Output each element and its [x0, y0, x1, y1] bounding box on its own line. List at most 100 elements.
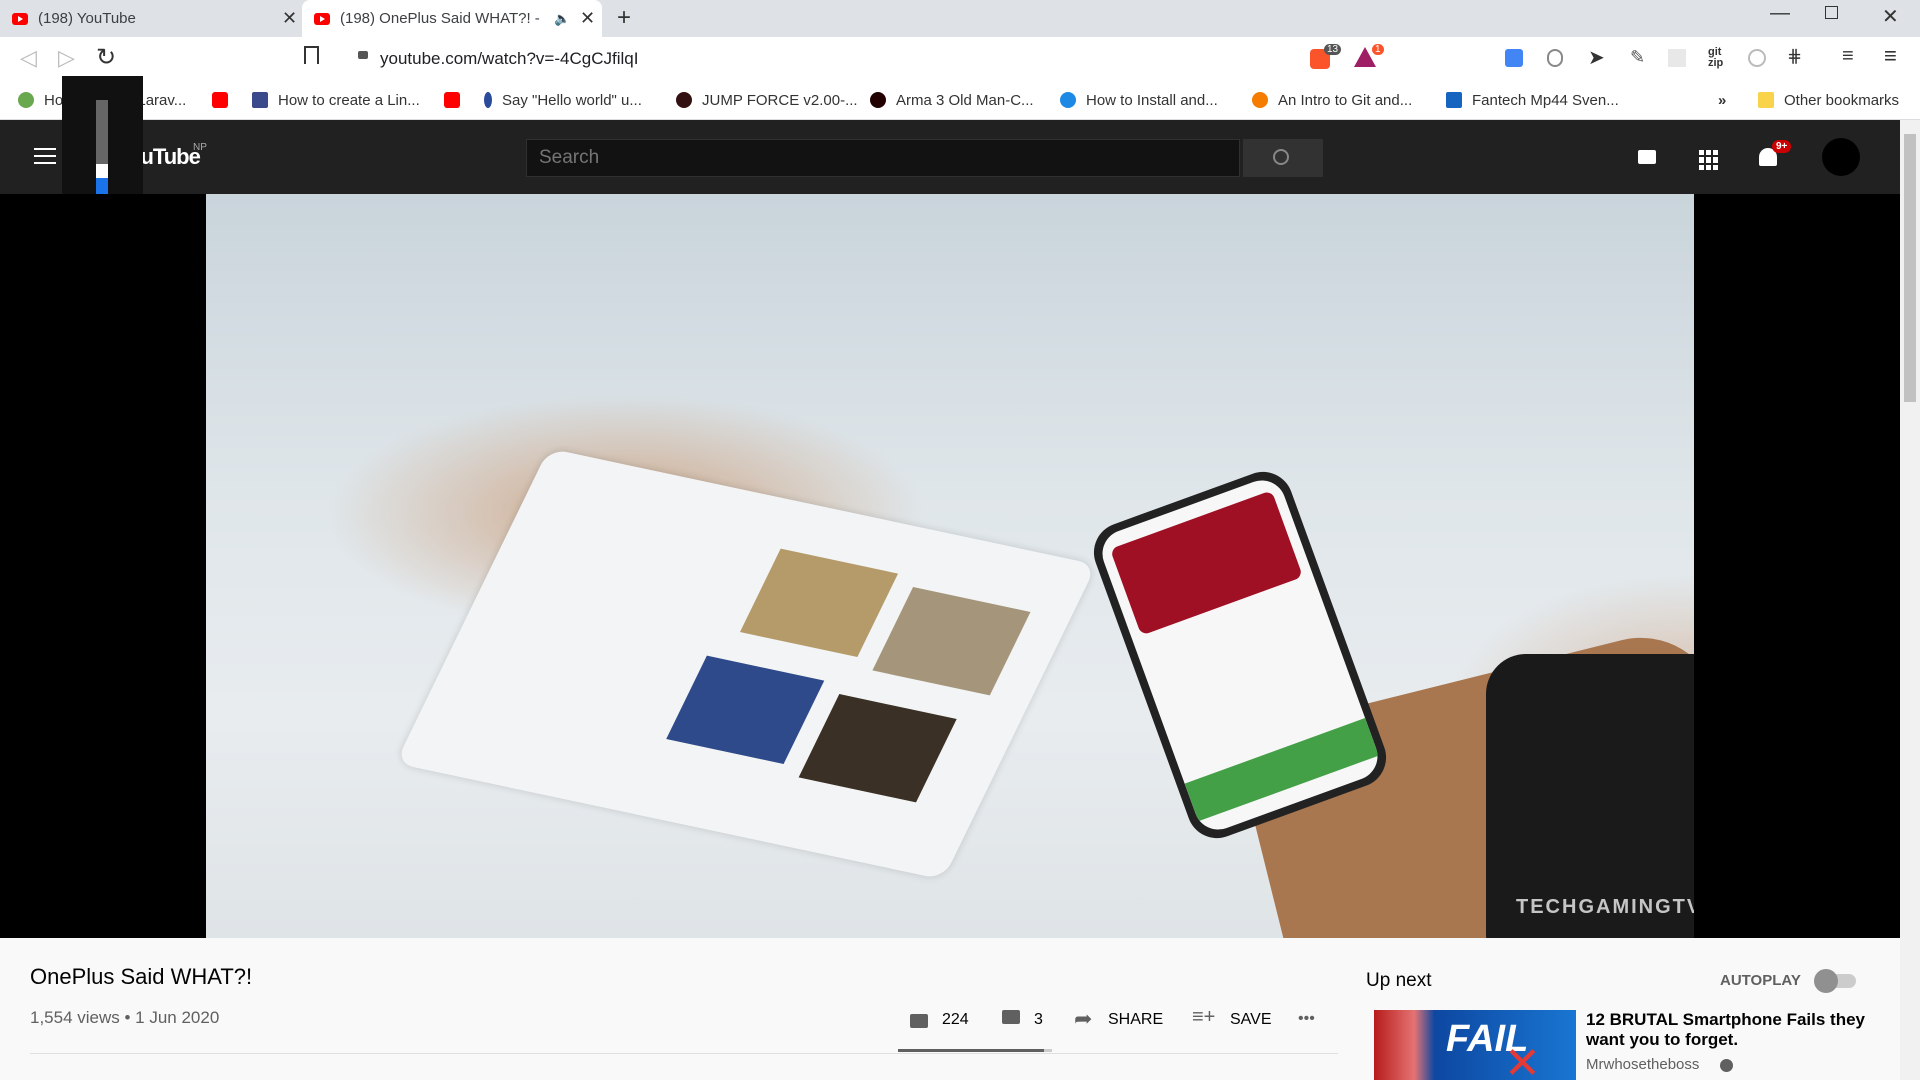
- other-bookmarks-label: Other bookmarks: [1784, 91, 1900, 109]
- bookmark-favicon-icon: [1252, 92, 1268, 108]
- autoplay-toggle-knob[interactable]: [1814, 969, 1838, 993]
- hash-extension-icon[interactable]: ⋕: [1787, 46, 1802, 67]
- minimize-button[interactable]: —: [1770, 2, 1790, 25]
- more-actions-button[interactable]: •••: [1298, 1010, 1315, 1028]
- bookmark-item[interactable]: How to Install and...: [1060, 81, 1218, 119]
- credit-card-image: [1109, 490, 1304, 636]
- guide-menu-icon[interactable]: [34, 148, 56, 164]
- translate-extension-icon[interactable]: [1505, 49, 1523, 67]
- apps-grid-icon[interactable]: [1699, 150, 1719, 170]
- bookmark-item[interactable]: Arma 3 Old Man-C...: [870, 81, 1034, 119]
- bookmark-label: Fantech Mp44 Sven...: [1472, 91, 1619, 109]
- git-zip-extension-icon[interactable]: git zip: [1708, 47, 1723, 69]
- bookmark-favicon-icon: [1060, 92, 1076, 108]
- search-input[interactable]: [527, 140, 1241, 176]
- youtube-favicon-icon: [212, 92, 228, 108]
- up-next-channel[interactable]: Mrwhosetheboss: [1586, 1056, 1699, 1073]
- bookmark-favicon-icon: [18, 92, 34, 108]
- video-player[interactable]: TECHGAMINGTV: [0, 194, 1900, 938]
- phone-image: [1085, 463, 1395, 847]
- save-playlist-icon[interactable]: ≡+: [1192, 1006, 1215, 1029]
- blank-extension-icon[interactable]: [1668, 49, 1686, 67]
- bookmark-item[interactable]: [212, 81, 238, 119]
- bookmark-favicon-icon: [1446, 92, 1462, 108]
- bookmark-favicon-icon: [252, 92, 268, 108]
- channel-watermark: TECHGAMINGTV: [1516, 896, 1694, 918]
- forward-button[interactable]: ▷: [58, 45, 75, 71]
- save-button[interactable]: SAVE: [1230, 1011, 1272, 1029]
- brave-badge: 13: [1324, 44, 1342, 55]
- dislike-button[interactable]: [1000, 1008, 1028, 1030]
- youtube-header: YouTube NP 9+: [0, 120, 1900, 194]
- bookmark-item[interactable]: Say "Hello world" u...: [484, 81, 642, 119]
- brightness-slider-track[interactable]: [96, 100, 108, 198]
- sentiment-bar-fill: [898, 1049, 1044, 1052]
- create-video-icon[interactable]: [1638, 150, 1656, 164]
- divider: [30, 1053, 1338, 1054]
- share-button[interactable]: SHARE: [1108, 1011, 1163, 1029]
- page-scrollbar[interactable]: [1900, 120, 1920, 1080]
- speaker-icon[interactable]: 🔈: [554, 11, 570, 27]
- close-tab-icon[interactable]: ✕: [282, 8, 297, 29]
- close-window-button[interactable]: ✕: [1882, 4, 1899, 29]
- up-next-thumbnail[interactable]: FAIL ✕: [1374, 1010, 1576, 1080]
- tablet-product-thumb: [666, 655, 825, 765]
- other-bookmarks[interactable]: Other bookmarks: [1758, 81, 1899, 119]
- tab-youtube[interactable]: (198) YouTube ✕: [12, 0, 302, 37]
- avatar[interactable]: [1822, 138, 1860, 176]
- tab-title: (198) YouTube: [38, 10, 136, 27]
- bookmark-label: Arma 3 Old Man-C...: [896, 91, 1034, 109]
- youtube-favicon-icon: [314, 12, 330, 25]
- reload-button[interactable]: ↻: [96, 43, 116, 72]
- bookmark-item[interactable]: An Intro to Git and...: [1252, 81, 1412, 119]
- search-button[interactable]: [1243, 139, 1323, 177]
- bookmark-icon[interactable]: [304, 46, 319, 64]
- notification-count-badge: 9+: [1772, 140, 1792, 153]
- mouse-extension-icon[interactable]: [1547, 49, 1563, 67]
- like-button[interactable]: [906, 1008, 934, 1030]
- bookmark-item[interactable]: JUMP FORCE v2.00-...: [676, 81, 858, 119]
- tablet-product-thumb: [798, 694, 957, 803]
- tab-title: (198) OnePlus Said WHAT?! - Y: [340, 10, 540, 27]
- video-frame[interactable]: TECHGAMINGTV: [206, 194, 1694, 938]
- send-extension-icon[interactable]: ➤: [1588, 45, 1605, 70]
- bookmark-label: How to Install and...: [1086, 91, 1218, 109]
- close-tab-icon[interactable]: ✕: [580, 8, 595, 29]
- bookmark-item[interactable]: [444, 81, 470, 119]
- youtube-favicon-icon: [12, 12, 28, 25]
- tab-active-video[interactable]: (198) OnePlus Said WHAT?! - Y 🔈 ✕: [302, 0, 602, 37]
- picker-extension-icon[interactable]: ✎: [1630, 47, 1645, 68]
- scrollbar-thumb[interactable]: [1904, 134, 1916, 402]
- dislike-count: 3: [1034, 1011, 1043, 1028]
- new-tab-button[interactable]: +: [617, 4, 631, 32]
- bookmark-label: JUMP FORCE v2.00-...: [702, 91, 858, 109]
- media-controls-icon[interactable]: ≡: [1842, 45, 1854, 68]
- menu-icon[interactable]: ≡: [1884, 43, 1897, 69]
- cross-icon: ✕: [1504, 1039, 1541, 1080]
- bookmark-item[interactable]: Fantech Mp44 Sven...: [1446, 81, 1619, 119]
- bookmarks-overflow-button[interactable]: »: [1718, 81, 1726, 119]
- up-next-title[interactable]: 12 BRUTAL Smartphone Fails they want you…: [1586, 1010, 1886, 1050]
- back-button[interactable]: ◁: [20, 45, 37, 71]
- autoplay-label: AUTOPLAY: [1720, 972, 1801, 989]
- bookmark-favicon-icon: [676, 92, 692, 108]
- bookmark-label: An Intro to Git and...: [1278, 91, 1413, 109]
- browser-toolbar: ◁ ▷ ↻ youtube.com/watch?v=-4CgCJfilqI 13…: [0, 37, 1920, 81]
- autoplay-toggle[interactable]: [1814, 969, 1856, 993]
- share-icon[interactable]: ➦: [1074, 1006, 1092, 1032]
- circle-extension-icon[interactable]: [1748, 49, 1766, 67]
- folder-icon: [1758, 92, 1774, 108]
- sentiment-bar: [898, 1049, 1052, 1052]
- address-bar[interactable]: youtube.com/watch?v=-4CgCJfilqI: [340, 43, 1390, 75]
- brightness-slider-thumb[interactable]: [96, 164, 108, 178]
- thumbs-up-icon: [910, 1014, 928, 1028]
- youtube-favicon-icon: [444, 92, 460, 108]
- bat-badge: 1: [1372, 44, 1384, 55]
- up-next-heading: Up next: [1366, 970, 1432, 991]
- lock-icon: [358, 51, 368, 59]
- restore-button[interactable]: [1825, 6, 1838, 19]
- search-box[interactable]: [526, 139, 1241, 177]
- url-text[interactable]: youtube.com/watch?v=-4CgCJfilqI: [380, 49, 638, 69]
- thumbs-down-icon: [1002, 1010, 1020, 1024]
- bookmark-item[interactable]: How to create a Lin...: [252, 81, 420, 119]
